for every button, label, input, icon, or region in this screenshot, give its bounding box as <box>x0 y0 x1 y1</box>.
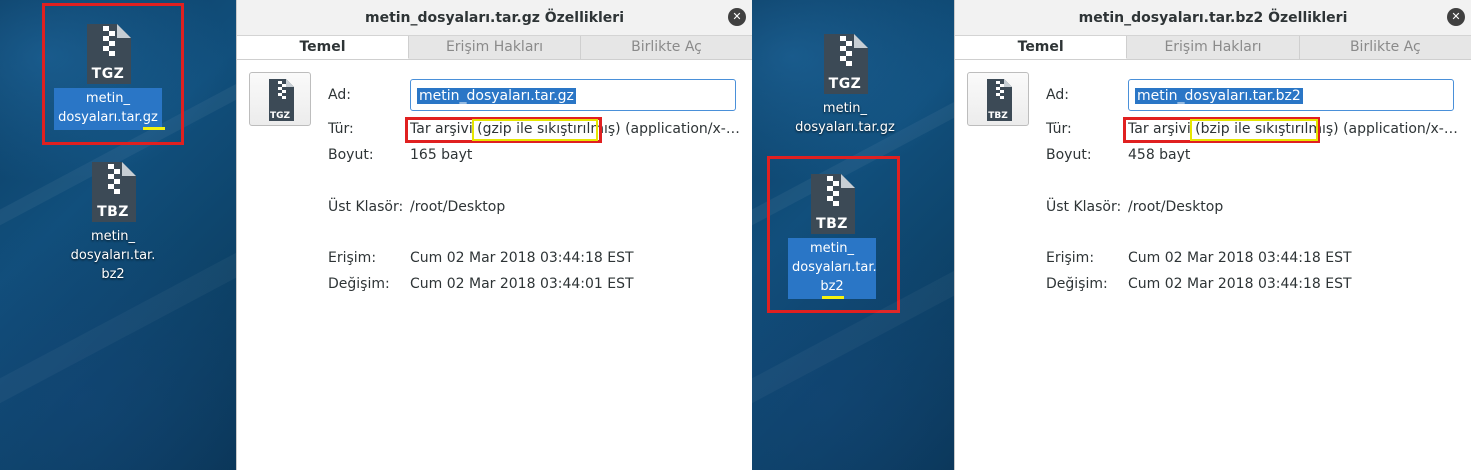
desktop-icon-label: metin_ dosyaları.tar. bz2 <box>70 229 156 282</box>
accessed-value: Cum 02 Mar 2018 03:44:18 EST <box>410 250 634 266</box>
desktop-left: TGZ metin_ dosyaları.tar.gz TBZ metin_ d… <box>0 0 236 470</box>
type-main: Tar arşivi <box>1128 121 1191 137</box>
desktop-icon-tar-bz2[interactable]: TBZ metin_ dosyaları.tar. bz2 <box>53 160 173 287</box>
size-label: Boyut: <box>328 147 374 163</box>
type-main: Tar arşivi <box>410 121 473 137</box>
type-mime: (application/x-com... <box>625 121 740 137</box>
name-input[interactable]: metin_dosyaları.tar.gz <box>410 79 736 111</box>
tab-content: TBZ Ad: metin_dosyaları.tar.bz2 Tür: Tar… <box>955 61 1471 470</box>
tab-open-with[interactable]: Birlikte Aç <box>1300 36 1471 59</box>
desktop-icon-label: metin_ dosyaları.tar.gz <box>795 101 895 135</box>
type-label: Tür: <box>1046 121 1072 137</box>
name-label: Ad: <box>1046 87 1069 103</box>
dialog-titlebar[interactable]: metin_dosyaları.tar.bz2 Özellikleri ✕ <box>955 0 1471 36</box>
desktop-middle: TGZ metin_ dosyaları.tar.gz TBZ metin_ d… <box>752 0 954 470</box>
modified-label: Değişim: <box>328 276 390 292</box>
accessed-label: Erişim: <box>328 250 377 266</box>
name-label: Ad: <box>328 87 351 103</box>
archive-file-icon: TGZ <box>820 32 870 96</box>
properties-dialog-tar-bz2: metin_dosyaları.tar.bz2 Özellikleri ✕ Te… <box>954 0 1471 470</box>
tab-open-with[interactable]: Birlikte Aç <box>581 36 752 59</box>
type-mime: (application/x-bzip-... <box>1343 121 1458 137</box>
tab-bar: Temel Erişim Hakları Birlikte Aç <box>955 36 1471 60</box>
file-ext-label: TBZ <box>988 111 1008 121</box>
size-label: Boyut: <box>1046 147 1092 163</box>
type-label: Tür: <box>328 121 354 137</box>
tab-permissions[interactable]: Erişim Hakları <box>409 36 581 59</box>
file-type-icon-button[interactable]: TBZ <box>967 72 1029 126</box>
desktop-icon-label: metin_ dosyaları.tar.gz <box>54 88 162 130</box>
yellow-underline <box>143 127 165 130</box>
file-type-icon-button[interactable]: TGZ <box>249 72 311 126</box>
name-value: metin_dosyaları.tar.gz <box>417 88 576 104</box>
modified-value: Cum 02 Mar 2018 03:44:01 EST <box>410 276 634 292</box>
modified-label: Değişim: <box>1046 276 1108 292</box>
desktop-icon-tar-gz[interactable]: TGZ metin_ dosyaları.tar.gz <box>785 32 905 140</box>
size-value: 458 bayt <box>1128 147 1191 163</box>
type-value: Tar arşivi (gzip ile sıkıştırılmış) (app… <box>410 119 740 139</box>
tab-permissions[interactable]: Erişim Hakları <box>1127 36 1300 59</box>
archive-file-icon: TBZ <box>807 172 857 236</box>
type-value: Tar arşivi (bzip ile sıkıştırılmış) (app… <box>1128 119 1458 139</box>
archive-file-icon: TGZ <box>83 22 133 86</box>
close-button[interactable]: ✕ <box>728 8 746 26</box>
file-ext-label: TGZ <box>91 66 125 82</box>
parent-folder-value: /root/Desktop <box>410 199 506 215</box>
tab-content: TGZ Ad: metin_dosyaları.tar.gz Tür: Tar … <box>237 61 752 470</box>
yellow-underline <box>822 296 844 299</box>
archive-file-icon: TBZ <box>88 160 138 224</box>
parent-folder-label: Üst Klasör: <box>1046 199 1122 215</box>
tab-bar: Temel Erişim Hakları Birlikte Aç <box>237 36 752 60</box>
file-ext-label: TBZ <box>816 216 848 232</box>
desktop-icon-tar-bz2[interactable]: TBZ metin_ dosyaları.tar. bz2 <box>772 172 892 299</box>
type-compression: (gzip ile sıkıştırılmış) <box>477 121 621 137</box>
accessed-value: Cum 02 Mar 2018 03:44:18 EST <box>1128 250 1352 266</box>
size-value: 165 bayt <box>410 147 473 163</box>
type-compression: (bzip ile sıkıştırılmış) <box>1195 121 1339 137</box>
file-ext-label: TGZ <box>828 76 862 92</box>
file-ext-label: TBZ <box>97 204 129 220</box>
dialog-title: metin_dosyaları.tar.gz Özellikleri <box>364 9 624 26</box>
dialog-titlebar[interactable]: metin_dosyaları.tar.gz Özellikleri ✕ <box>237 0 752 36</box>
name-value: metin_dosyaları.tar.bz2 <box>1135 88 1303 104</box>
desktop-icon-tar-gz[interactable]: TGZ metin_ dosyaları.tar.gz <box>48 22 168 130</box>
parent-folder-label: Üst Klasör: <box>328 199 404 215</box>
desktop-icon-label: metin_ dosyaları.tar. bz2 <box>788 238 877 299</box>
dialog-title: metin_dosyaları.tar.bz2 Özellikleri <box>1078 9 1348 26</box>
file-ext-label: TGZ <box>269 111 291 121</box>
tab-basic[interactable]: Temel <box>955 36 1128 59</box>
name-input[interactable]: metin_dosyaları.tar.bz2 <box>1128 79 1454 111</box>
accessed-label: Erişim: <box>1046 250 1095 266</box>
modified-value: Cum 02 Mar 2018 03:44:18 EST <box>1128 276 1352 292</box>
parent-folder-value: /root/Desktop <box>1128 199 1224 215</box>
close-button[interactable]: ✕ <box>1447 8 1465 26</box>
tab-basic[interactable]: Temel <box>237 36 409 59</box>
properties-dialog-tar-gz: metin_dosyaları.tar.gz Özellikleri ✕ Tem… <box>236 0 752 470</box>
